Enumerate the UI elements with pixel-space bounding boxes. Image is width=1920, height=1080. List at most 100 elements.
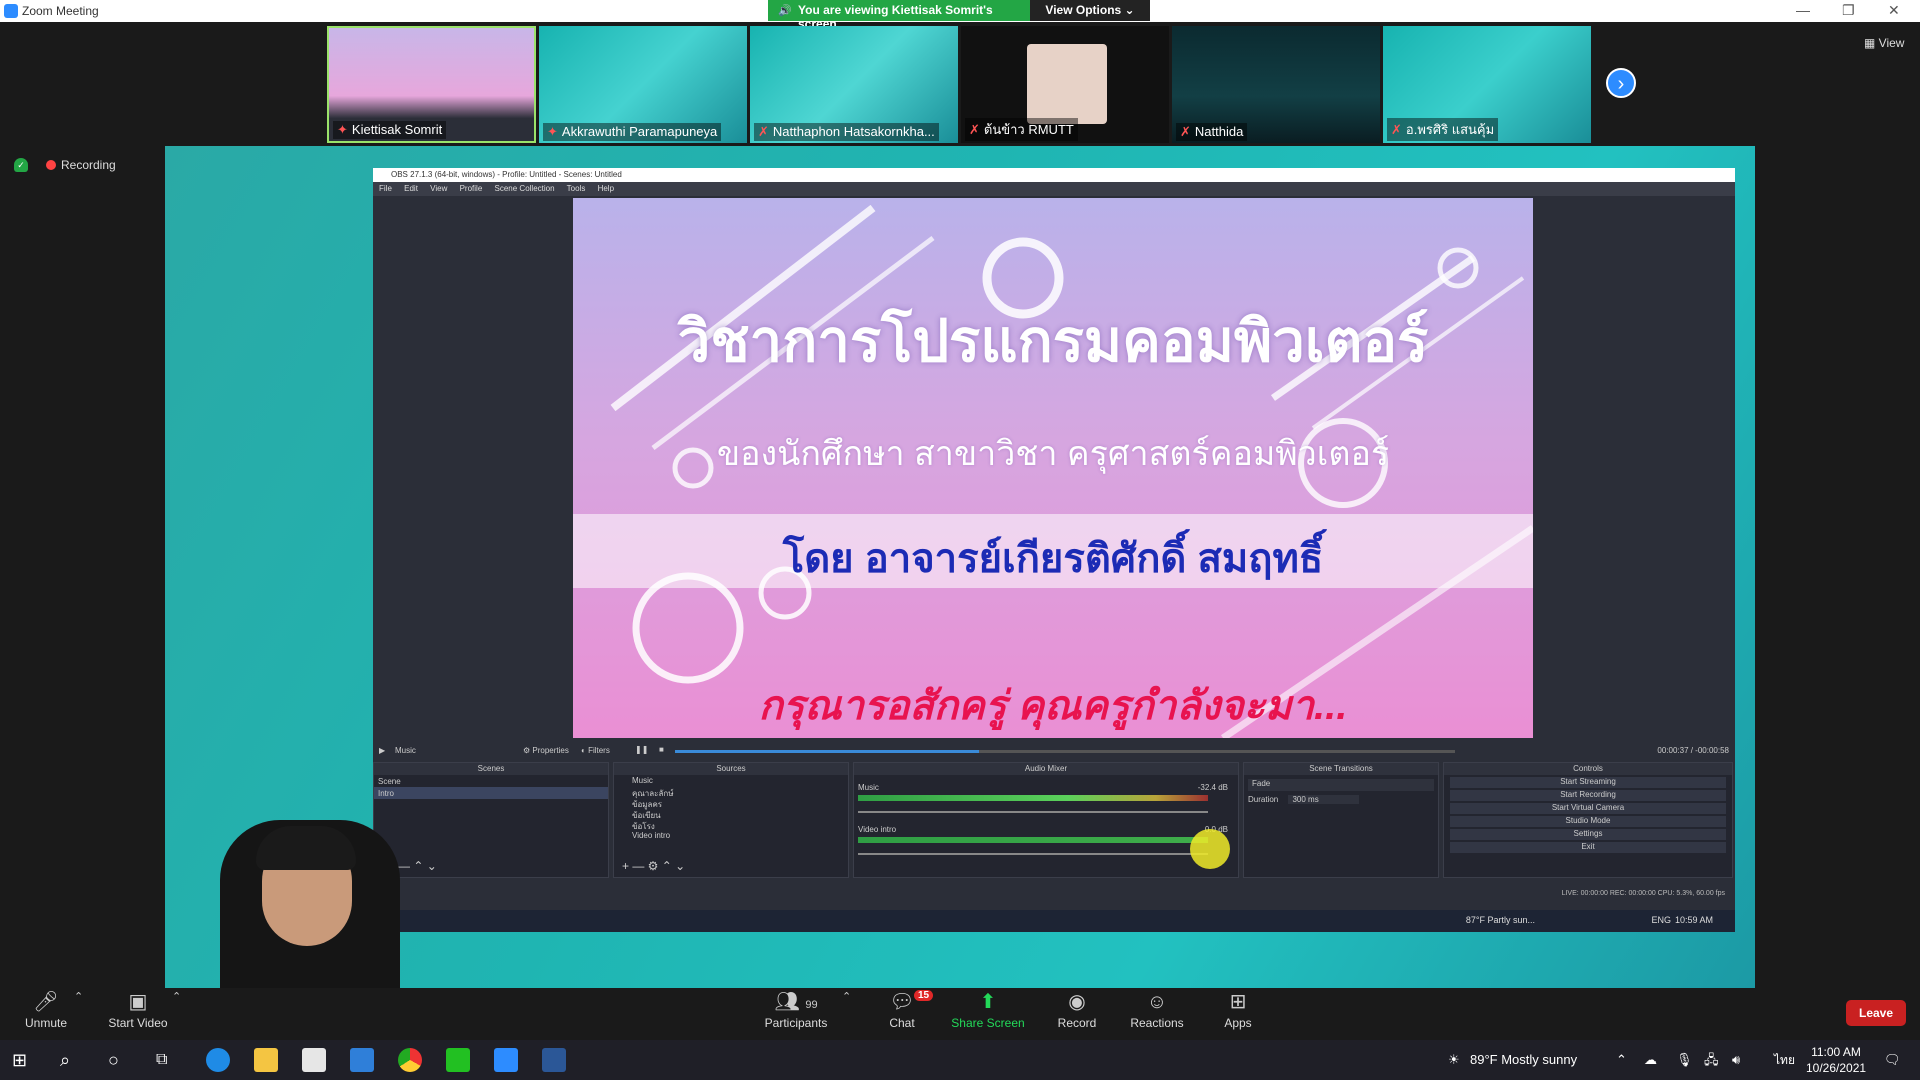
restore-icon[interactable]: ❐ xyxy=(1842,2,1855,19)
source-item[interactable]: คุณาละลักษ์ xyxy=(614,786,848,798)
obs-docks: Scenes Scene Intro — ⌃ ⌄ Sources Music ค… xyxy=(373,762,1735,882)
start-recording-button[interactable]: Start Recording xyxy=(1450,790,1726,801)
obs-menu-bar: File Edit View Profile Scene Collection … xyxy=(373,182,1735,196)
leave-button[interactable]: Leave xyxy=(1846,1000,1906,1026)
obs-menu-help[interactable]: Help xyxy=(598,184,614,193)
obs-title: OBS 27.1.3 (64-bit, windows) - Profile: … xyxy=(373,168,1735,182)
view-options-label: View Options xyxy=(1045,3,1122,17)
video-options-chevron-icon[interactable]: ⌃ xyxy=(172,990,181,1003)
unmute-label: Unmute xyxy=(24,1016,68,1030)
obs-menu-file[interactable]: File xyxy=(379,184,392,193)
recording-indicator[interactable]: Recording xyxy=(46,158,116,172)
source-item[interactable]: ข้อโรง xyxy=(614,819,848,831)
participant-tile[interactable]: ✦ Kiettisak Somrit xyxy=(327,26,536,143)
search-icon[interactable]: ⌕ xyxy=(60,1048,84,1072)
audio-options-chevron-icon[interactable]: ⌃ xyxy=(74,990,83,1003)
obs-menu-view[interactable]: View xyxy=(430,184,447,193)
reactions-button[interactable]: ☺ Reactions xyxy=(1128,988,1186,1030)
filters-button[interactable]: ◐ Filters xyxy=(581,746,610,755)
media-seek-bar[interactable] xyxy=(675,750,1455,753)
participant-photo xyxy=(1027,44,1107,124)
minimize-icon[interactable]: — xyxy=(1796,2,1810,18)
apps-button[interactable]: ⊞ Apps xyxy=(1216,988,1260,1030)
encryption-shield-icon[interactable]: ✓ xyxy=(14,158,28,172)
source-item[interactable]: Music xyxy=(614,775,848,786)
notifications-icon[interactable]: 🗨 xyxy=(1884,1040,1901,1080)
edge-icon[interactable] xyxy=(206,1048,230,1072)
weather-text[interactable]: 89°F Mostly sunny xyxy=(1470,1040,1577,1080)
studio-mode-button[interactable]: Studio Mode xyxy=(1450,816,1726,827)
unmute-button[interactable]: 🎤︎ Unmute xyxy=(22,988,70,1030)
obs-menu-scene-collection[interactable]: Scene Collection xyxy=(495,184,555,193)
line-icon[interactable] xyxy=(446,1048,470,1072)
properties-button[interactable]: ⚙ Properties xyxy=(523,746,569,755)
tray-chevron-icon[interactable]: ⌃ xyxy=(1616,1040,1627,1080)
chrome-icon[interactable] xyxy=(398,1048,422,1072)
stop-icon[interactable]: ■ xyxy=(659,745,664,754)
cortana-icon[interactable]: ○ xyxy=(108,1048,132,1072)
start-streaming-button[interactable]: Start Streaming xyxy=(1450,777,1726,788)
obs-menu-edit[interactable]: Edit xyxy=(404,184,418,193)
source-item[interactable]: ข้อเขียน xyxy=(614,808,848,820)
word-icon[interactable] xyxy=(542,1048,566,1072)
source-controls[interactable]: + — ⚙ ⌃ ⌄ xyxy=(622,859,685,873)
duration-input[interactable]: 300 ms xyxy=(1288,795,1359,804)
settings-button[interactable]: Settings xyxy=(1450,829,1726,840)
obs-menu-tools[interactable]: Tools xyxy=(567,184,586,193)
network-icon[interactable]: 🖧 xyxy=(1704,1040,1719,1080)
start-video-button[interactable]: ▣ Start Video xyxy=(104,988,172,1030)
scene-item[interactable]: Intro xyxy=(374,787,608,799)
windows-start-icon[interactable]: ⊞ xyxy=(12,1048,36,1072)
audio-track-db: -32.4 dB xyxy=(1197,783,1228,792)
muted-mic-icon: 🎤︎ xyxy=(33,991,59,1013)
media-time: 00:00:37 / -00:00:58 xyxy=(1657,746,1729,755)
participant-tile[interactable]: ✗ ต้นข้าว RMUTT xyxy=(961,26,1169,143)
clock-time: 11:00 AM xyxy=(1811,1045,1861,1059)
obs-window: OBS 27.1.3 (64-bit, windows) - Profile: … xyxy=(373,168,1735,932)
play-icon[interactable]: ▶ xyxy=(379,746,385,755)
participant-tile[interactable]: ✗ Natthida xyxy=(1172,26,1380,143)
participant-tile[interactable]: ✦ Akkrawuthi Paramapuneya xyxy=(539,26,747,143)
file-explorer-icon[interactable] xyxy=(254,1048,278,1072)
slide-instructor: โดย อาจารย์เกียรติศักดิ์ สมฤทธิ์ xyxy=(782,537,1324,581)
mail-icon[interactable] xyxy=(350,1048,374,1072)
volume-icon[interactable]: 🔊︎ xyxy=(1732,1040,1740,1080)
video-off-icon: ▣ xyxy=(128,991,148,1013)
slide-course-title: วิชาการโปรแกรมคอมพิวเตอร์ xyxy=(677,309,1429,374)
source-item[interactable]: ข้อมูลคร xyxy=(614,797,848,809)
zoom-taskbar-icon[interactable] xyxy=(494,1048,518,1072)
record-button[interactable]: ◉ Record xyxy=(1052,988,1102,1030)
participants-chevron-icon[interactable]: ⌃ xyxy=(842,990,851,1003)
next-page-icon[interactable]: › xyxy=(1606,68,1636,98)
mic-tray-icon[interactable]: 🎙︎ xyxy=(1676,1040,1693,1080)
media-seek-progress xyxy=(675,750,980,753)
slide-wait-message: กรุณารอสักครู่ คุณครูกำลังจะมา... xyxy=(758,684,1348,728)
source-item[interactable]: Video intro xyxy=(614,830,848,841)
participant-tile[interactable]: ✗ Natthaphon Hatsakornkha... xyxy=(750,26,958,143)
pause-icon[interactable]: ❚❚ xyxy=(635,745,648,754)
onedrive-icon[interactable]: ☁ xyxy=(1644,1040,1657,1080)
task-view-icon[interactable]: ⧉ xyxy=(156,1048,180,1072)
input-language[interactable]: ไทย xyxy=(1774,1040,1795,1080)
participants-button[interactable]: 👥︎ 99 Participants xyxy=(760,988,832,1030)
scene-item[interactable]: Scene xyxy=(374,775,608,787)
start-virtual-camera-button[interactable]: Start Virtual Camera xyxy=(1450,803,1726,814)
participant-tile[interactable]: ✗ อ.พรศิริ แสนคุ้ม xyxy=(1383,26,1591,143)
exit-button[interactable]: Exit xyxy=(1450,842,1726,853)
muted-mic-icon: ✗ xyxy=(1180,124,1191,139)
share-screen-button[interactable]: ⬆ Share Screen xyxy=(950,988,1026,1030)
view-button[interactable]: ▦ View xyxy=(1864,36,1904,50)
volume-slider[interactable] xyxy=(858,853,1208,855)
obs-menu-profile[interactable]: Profile xyxy=(460,184,483,193)
presenter-hair xyxy=(256,826,356,870)
taskbar-clock[interactable]: 11:00 AM 10/26/2021 xyxy=(1806,1044,1866,1076)
view-options-button[interactable]: View Options ⌄ xyxy=(1030,0,1150,21)
audio-meter xyxy=(858,837,1208,843)
record-label: Record xyxy=(1057,1016,1097,1030)
chat-button[interactable]: 💬︎ 15 Chat xyxy=(880,988,934,1030)
store-icon[interactable] xyxy=(302,1048,326,1072)
muted-mic-icon: ✗ xyxy=(1391,122,1402,137)
close-icon[interactable]: ✕ xyxy=(1888,2,1900,19)
transition-select[interactable]: Fade xyxy=(1248,779,1434,791)
volume-slider[interactable] xyxy=(858,811,1208,813)
